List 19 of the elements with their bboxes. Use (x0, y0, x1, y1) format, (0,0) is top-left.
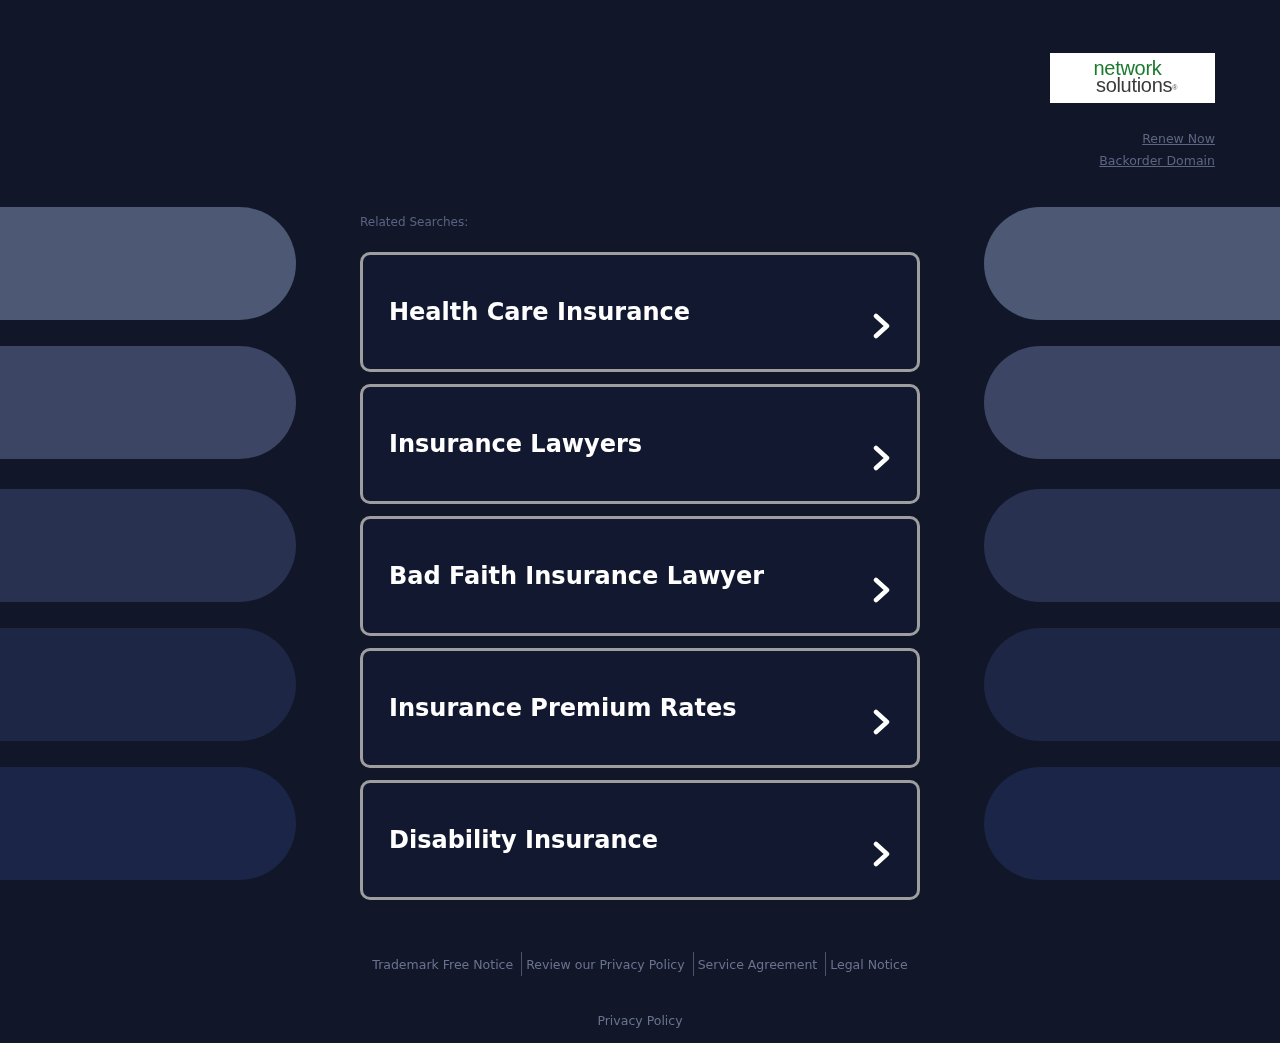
footer-link[interactable]: Trademark Free Notice (368, 955, 518, 973)
chevron-right-icon (873, 841, 891, 867)
search-link-button[interactable]: Insurance Premium Rates (360, 648, 920, 768)
search-link-button[interactable]: Insurance Lawyers (360, 384, 920, 504)
chevron-right-icon (873, 577, 891, 603)
chevron-right-icon (873, 709, 891, 735)
header-link[interactable]: Renew Now (1142, 130, 1215, 147)
footer-link[interactable]: Legal Notice (826, 955, 912, 973)
search-link-button[interactable]: Bad Faith Insurance Lawyer (360, 516, 920, 636)
chevron-right-icon (873, 445, 891, 471)
logo-text: network (1093, 60, 1162, 77)
related-searches-label: Related Searches: (360, 215, 470, 230)
header-link[interactable]: Backorder Domain (1099, 152, 1215, 169)
footer-link[interactable]: Review our Privacy Policy (522, 955, 689, 973)
chevron-right-icon (873, 313, 891, 339)
footer-link[interactable]: Service Agreement (693, 955, 822, 973)
search-link-button[interactable]: Health Care Insurance (360, 252, 920, 372)
privacy-policy-link[interactable]: Privacy Policy (593, 1012, 687, 1029)
search-link-button[interactable]: Disability Insurance (360, 780, 920, 900)
